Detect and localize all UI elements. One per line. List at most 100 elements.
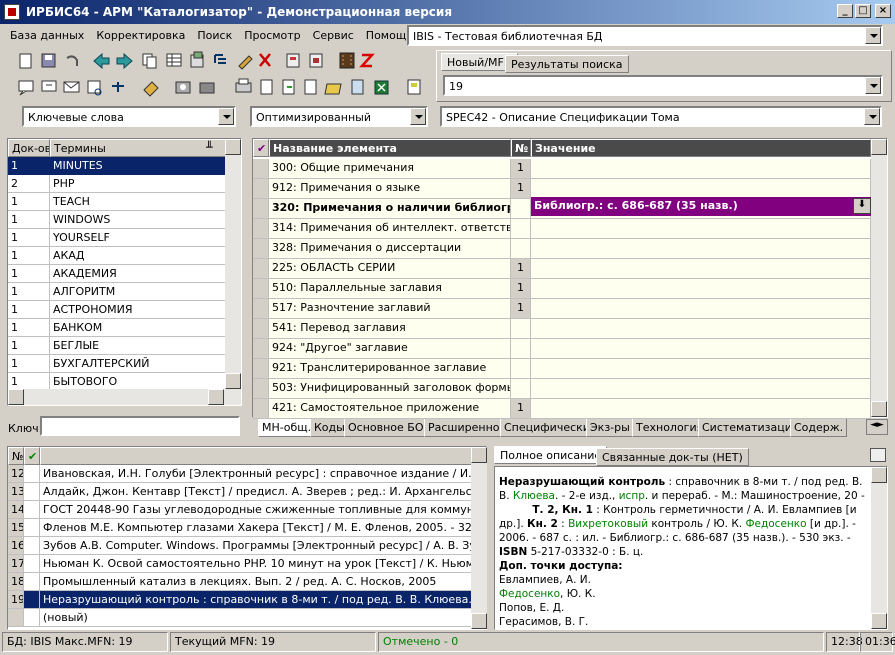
grid-icon[interactable] (166, 53, 182, 67)
chevron-down-icon[interactable] (865, 77, 881, 94)
description-scrollbar[interactable] (871, 467, 887, 629)
desc-link[interactable]: Клюева (513, 490, 555, 502)
tab-search-results[interactable]: Результаты поиска (505, 55, 629, 73)
worksheet-select[interactable]: SPEC42 - Описание Спецификации Тома (440, 106, 882, 127)
scroll-up-icon[interactable] (871, 467, 887, 483)
result-row[interactable]: 14 ГОСТ 20448-90 Газы углеводородные сжиж… (8, 501, 472, 519)
occurrence-count[interactable]: 1 (511, 299, 531, 319)
comment-edit-icon[interactable] (41, 80, 57, 92)
print-icon[interactable] (870, 448, 886, 462)
database-select[interactable]: IBIS - Тестовая библиотечная БД (407, 25, 883, 46)
term-row[interactable]: 1 АКАДЕМИЯ (8, 265, 226, 283)
result-row[interactable]: (новый) (8, 609, 472, 627)
new-doc-icon[interactable] (19, 53, 32, 69)
editor-row[interactable]: 328: Примечания о диссертации (253, 239, 871, 259)
result-row[interactable]: 18 Промышленный катализ в лекциях. Вып. 2… (8, 573, 472, 591)
occurrence-count[interactable]: 1 (511, 279, 531, 299)
doc-blue-icon[interactable] (351, 79, 364, 95)
result-row[interactable]: 17 Ньюман К. Освой самостоятельно PHP. 10… (8, 555, 472, 573)
copy-icon[interactable] (142, 53, 157, 69)
report-icon[interactable] (260, 79, 273, 95)
book-icon[interactable] (286, 53, 300, 68)
tab-4[interactable]: Расширенное (424, 419, 511, 437)
menu-service[interactable]: Сервис (307, 26, 360, 46)
col-element-name[interactable]: Название элемента (269, 139, 511, 157)
editor-row[interactable]: 541: Перевод заглавия (253, 319, 871, 339)
result-row[interactable]: 12 Ивановская, И.Н. Голуби [Электронный р… (8, 465, 472, 483)
editor-row[interactable]: 510: Параллельные заглавия 1 (253, 279, 871, 299)
occurrence-count[interactable] (511, 199, 531, 219)
mail-icon[interactable] (63, 81, 80, 93)
menu-edit[interactable]: Корректировка (90, 26, 191, 46)
scroll-left-icon[interactable] (8, 389, 24, 405)
scroll-down-icon[interactable] (871, 613, 887, 629)
dropdown-icon[interactable]: ⬇ (853, 198, 871, 214)
occurrence-count[interactable] (511, 319, 531, 339)
key-input[interactable] (40, 416, 240, 436)
editor-row[interactable]: 225: ОБЛАСТЬ СЕРИИ 1 (253, 259, 871, 279)
chevron-down-icon[interactable] (864, 108, 880, 125)
scroll-down-icon[interactable] (225, 373, 241, 389)
results-col-desc[interactable] (40, 447, 472, 465)
maximize-button[interactable]: □ (855, 4, 871, 18)
terms-hscrollbar[interactable] (8, 389, 241, 405)
scroll-up-icon[interactable] (471, 447, 487, 463)
term-row[interactable]: 1 АЛГОРИТМ (8, 283, 226, 301)
editor-row[interactable]: 421: Самостоятельное приложение 1 (253, 399, 871, 419)
arrow-right-icon[interactable] (116, 52, 133, 70)
film-icon[interactable] (339, 52, 355, 69)
scroll-right-icon[interactable] (208, 389, 224, 405)
z-icon[interactable] (359, 53, 375, 68)
scroll-up-icon[interactable] (225, 139, 241, 155)
pages-icon[interactable] (304, 79, 317, 95)
element-value[interactable] (531, 379, 871, 399)
occurrence-count[interactable]: 1 (511, 179, 531, 199)
chevron-down-icon[interactable] (218, 108, 234, 125)
result-check[interactable] (24, 501, 40, 519)
results-scrollbar[interactable] (471, 447, 487, 629)
result-check[interactable] (24, 555, 40, 573)
occurrence-count[interactable] (511, 379, 531, 399)
comment-icon[interactable] (18, 80, 34, 96)
element-value[interactable] (531, 259, 871, 279)
occurrence-count[interactable] (511, 239, 531, 259)
term-row[interactable]: 1 YOURSELF (8, 229, 226, 247)
term-row[interactable]: 1 БЕГЛЫЕ (8, 337, 226, 355)
result-check[interactable] (24, 573, 40, 591)
term-row[interactable]: 1 TEACH (8, 193, 226, 211)
value-edit-field[interactable]: Библиогр.: с. 686-687 (35 назв.) ⬇ (531, 197, 873, 216)
link-icon[interactable] (112, 82, 124, 92)
term-row[interactable]: 1 WINDOWS (8, 211, 226, 229)
result-row[interactable]: 15 Фленов М.Е. Компьютер глазами Хакера [… (8, 519, 472, 537)
tab-3[interactable]: Основное БО (344, 419, 428, 437)
occurrence-count[interactable]: 1 (511, 259, 531, 279)
undo-icon[interactable] (66, 55, 78, 66)
occurrence-count[interactable] (511, 339, 531, 359)
tree-icon[interactable] (214, 54, 226, 64)
element-value[interactable] (531, 279, 871, 299)
menu-view[interactable]: Просмотр (238, 26, 306, 46)
print-icon[interactable] (235, 78, 252, 93)
element-value[interactable] (531, 399, 871, 419)
card-icon[interactable] (309, 53, 323, 68)
terms-col-docs[interactable]: Док-ов (8, 139, 50, 157)
scroll-down-icon[interactable] (871, 401, 887, 417)
tab-7[interactable]: Технология (632, 419, 708, 437)
tab-scroll-arrows[interactable]: ◄► (866, 419, 888, 435)
element-value[interactable] (531, 299, 871, 319)
chevron-down-icon[interactable] (865, 27, 881, 44)
close-button[interactable]: × (875, 4, 891, 18)
search-doc-icon[interactable] (87, 80, 102, 96)
result-row[interactable]: 16 Зубов А.В. Computer. Windows. Программ… (8, 537, 472, 555)
minimize-button[interactable]: _ (837, 4, 853, 18)
pencil-icon[interactable] (238, 55, 253, 70)
chevron-down-icon[interactable] (410, 108, 426, 125)
element-value[interactable] (531, 179, 871, 199)
menu-search[interactable]: Поиск (191, 26, 238, 46)
editor-scrollbar[interactable] (871, 139, 887, 417)
term-row[interactable]: 1 АКАД (8, 247, 226, 265)
tab-6[interactable]: Экз-ры (586, 419, 634, 437)
result-check[interactable] (24, 591, 40, 609)
element-value[interactable] (531, 159, 871, 179)
result-check[interactable] (24, 483, 40, 501)
